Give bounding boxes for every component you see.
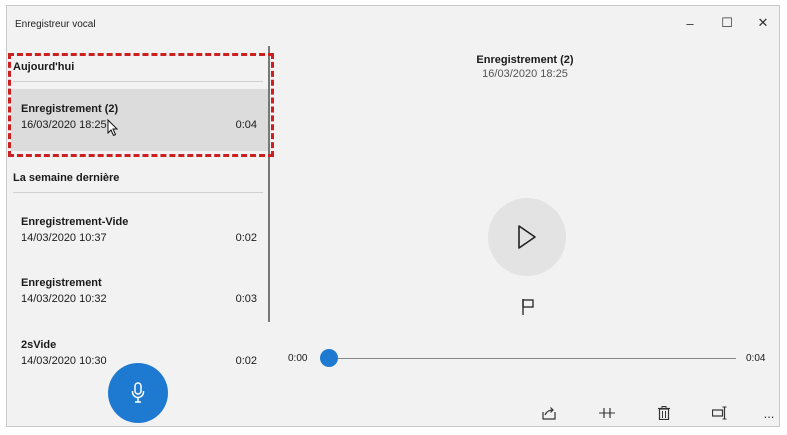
time-elapsed: 0:00 (288, 353, 308, 364)
group-header-last-week: La semaine dernière (13, 172, 120, 184)
share-icon (542, 407, 556, 420)
group-divider (13, 192, 263, 193)
rename-button[interactable] (709, 402, 731, 424)
current-recording-title: Enregistrement (2) (476, 54, 574, 66)
delete-button[interactable] (653, 402, 675, 424)
recording-date: 14/03/2020 10:32 (21, 293, 107, 305)
app-title: Enregistreur vocal (15, 19, 96, 30)
trim-button[interactable] (596, 402, 618, 424)
delete-icon (658, 406, 670, 420)
recording-duration: 0:02 (235, 355, 257, 367)
recording-name: 2sVide (21, 339, 57, 351)
close-button[interactable]: ✕ (746, 12, 780, 34)
progress-track[interactable] (328, 358, 736, 359)
play-icon (518, 225, 536, 249)
play-button[interactable] (488, 198, 566, 276)
time-total: 0:04 (746, 353, 766, 364)
flag-icon[interactable] (520, 298, 536, 316)
rename-icon (712, 406, 727, 420)
progress-thumb[interactable] (320, 349, 338, 367)
recording-duration: 0:04 (235, 119, 257, 131)
recording-date: 14/03/2020 10:30 (21, 355, 107, 367)
recording-name: Enregistrement-Vide (21, 216, 129, 228)
group-divider (13, 81, 263, 82)
recording-name: Enregistrement (2) (21, 103, 119, 115)
microphone-icon (131, 382, 145, 403)
title-bar[interactable]: Enregistreur vocal – ☐ ✕ (7, 6, 779, 40)
recording-item[interactable]: Enregistrement-Vide 14/03/2020 10:37 0:0… (11, 202, 269, 264)
trim-icon (599, 408, 615, 418)
recording-date: 16/03/2020 18:25 (21, 119, 107, 131)
minimize-button[interactable]: – (673, 12, 707, 34)
more-button[interactable]: ... (758, 402, 780, 424)
maximize-button[interactable]: ☐ (710, 12, 744, 34)
mouse-cursor-icon (107, 119, 119, 137)
group-header-today: Aujourd'hui (13, 61, 75, 73)
recording-item[interactable]: Enregistrement 14/03/2020 10:32 0:03 (11, 263, 269, 325)
recording-name: Enregistrement (21, 277, 102, 289)
recording-duration: 0:02 (235, 232, 257, 244)
player-panel: Enregistrement (2) 16/03/2020 18:25 0:00… (270, 40, 780, 426)
record-button[interactable] (108, 363, 168, 423)
voice-recorder-window: Enregistreur vocal – ☐ ✕ Aujourd'hui Enr… (6, 5, 780, 427)
recording-item-selected[interactable]: Enregistrement (2) 16/03/2020 18:25 0:04 (11, 89, 269, 151)
share-button[interactable] (538, 402, 560, 424)
current-recording-date: 16/03/2020 18:25 (482, 68, 568, 80)
recording-date: 14/03/2020 10:37 (21, 232, 107, 244)
recording-duration: 0:03 (235, 293, 257, 305)
